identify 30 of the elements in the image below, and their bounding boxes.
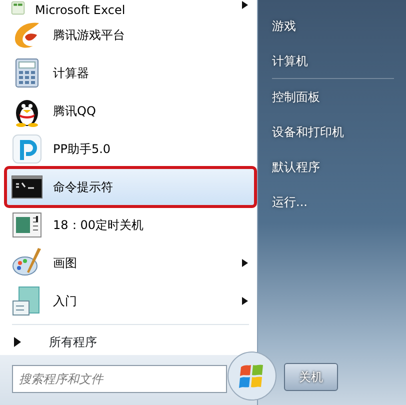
program-label: 腾讯QQ (53, 103, 96, 120)
start-orb-icon[interactable] (227, 351, 277, 401)
menu-link[interactable]: 控制面板 (268, 79, 398, 114)
program-item[interactable]: Microsoft Excel (6, 0, 255, 16)
program-item[interactable]: 入门 (6, 282, 255, 320)
menu-link[interactable]: 计算机 (268, 43, 398, 78)
program-item[interactable]: 腾讯QQ (6, 92, 255, 130)
program-item[interactable]: 画图 (6, 244, 255, 282)
program-item[interactable]: 腾讯游戏平台 (6, 16, 255, 54)
expand-arrow-icon (14, 337, 21, 347)
program-item[interactable]: 18：00定时关机 (6, 206, 255, 244)
program-item[interactable]: 命令提示符 (6, 168, 255, 206)
program-label: 入门 (53, 293, 77, 310)
menu-link[interactable]: 运行... (268, 184, 398, 219)
spreadsheet-icon (11, 1, 25, 15)
menu-link[interactable]: 默认程序 (268, 149, 398, 184)
search-field[interactable]: 搜索程序和文件 (12, 365, 227, 393)
letter-p-logo-icon (11, 133, 43, 165)
program-label: 命令提示符 (53, 179, 113, 196)
program-label: 腾讯游戏平台 (53, 27, 125, 44)
program-label: Microsoft Excel (35, 2, 126, 19)
menu-link[interactable]: 设备和打印机 (268, 114, 398, 149)
program-label: PP助手5.0 (53, 141, 111, 158)
program-item[interactable]: PP助手5.0 (6, 130, 255, 168)
menu-link[interactable]: 游戏 (268, 8, 398, 43)
program-label: 画图 (53, 255, 77, 272)
program-label: 18：00定时关机 (53, 217, 144, 234)
program-label: 计算器 (53, 65, 89, 82)
program-item[interactable]: 计算器 (6, 54, 255, 92)
all-programs-link[interactable]: 所有程序 (49, 333, 97, 351)
